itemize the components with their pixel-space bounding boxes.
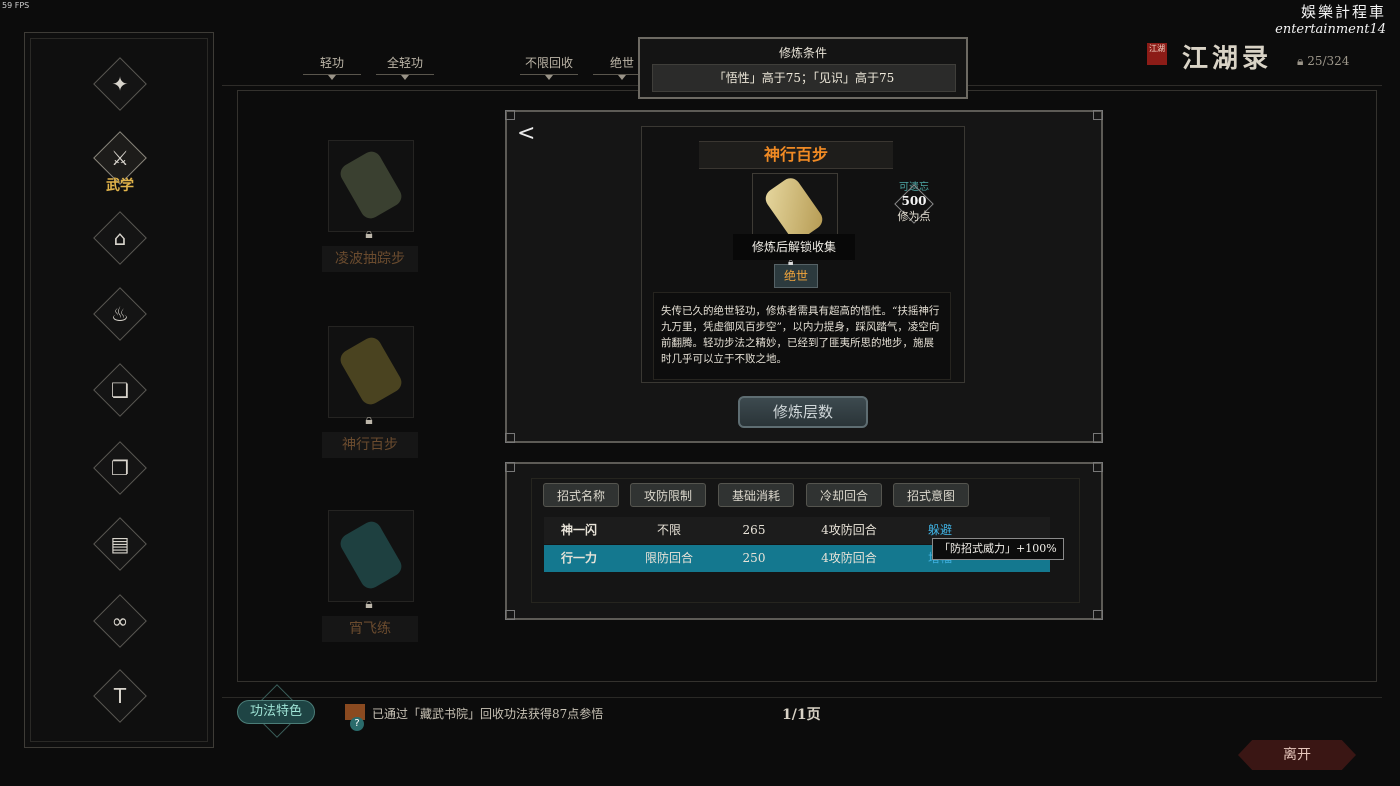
frame-corner bbox=[1093, 110, 1103, 120]
watermark-line2: entertainment14 bbox=[1275, 22, 1386, 37]
unlock-hint: 修炼后解锁收集 bbox=[733, 234, 855, 260]
move-cooldown: 4攻防回合 bbox=[821, 551, 877, 565]
dropdown-arrow-icon bbox=[328, 75, 336, 80]
filter-label: 全轻功 bbox=[386, 56, 423, 70]
bug-icon: ✦ bbox=[111, 72, 129, 96]
sidebar: ✦ ⚔ 武学 ⌂ ♨ ❏ ❐ ▤ ∞ T bbox=[24, 32, 214, 748]
page-indicator: 1/1页 bbox=[782, 707, 821, 723]
dropdown-arrow-icon bbox=[401, 75, 409, 80]
forget-unit: 修为点 bbox=[897, 210, 931, 223]
fps-counter: 59 FPS bbox=[2, 1, 30, 10]
move-cost: 250 bbox=[742, 551, 766, 565]
skill-title: 神行百步 bbox=[699, 141, 893, 169]
watermark: 娛樂計程車 entertainment14 bbox=[1275, 3, 1386, 39]
frame-corner bbox=[505, 462, 515, 472]
dropdown-arrow-icon bbox=[618, 75, 626, 80]
sidebar-item-bowl[interactable]: ♨ bbox=[93, 287, 147, 341]
requirement-title: 修炼条件 bbox=[778, 46, 827, 60]
frame-corner bbox=[1093, 433, 1103, 443]
requirement-text: 「悟性」高于75；「见识」高于75 bbox=[652, 64, 956, 92]
filter-label: 轻功 bbox=[319, 56, 344, 70]
sidebar-item-building[interactable]: ⌂ bbox=[93, 211, 147, 265]
frame-corner bbox=[505, 610, 515, 620]
back-button[interactable]: < bbox=[517, 121, 535, 146]
building-icon: ⌂ bbox=[113, 226, 127, 250]
skill-image bbox=[328, 326, 414, 418]
page-title: 江湖录 bbox=[1182, 44, 1273, 74]
sidebar-item-robe[interactable]: T bbox=[93, 669, 147, 723]
lock-icon: 🔒︎ bbox=[788, 257, 794, 268]
recycle-notice: 已通过「藏武书院」回收功法获得87点参悟 bbox=[372, 707, 604, 721]
leave-button[interactable]: 离开 bbox=[1238, 740, 1356, 770]
rope-icon: ∞ bbox=[111, 609, 129, 633]
column-tab-cooldown[interactable]: 冷却回合 bbox=[806, 483, 882, 507]
move-cooldown: 4攻防回合 bbox=[821, 523, 877, 537]
skill-name: 凌波抽踪步 bbox=[322, 246, 418, 272]
skill-image bbox=[328, 510, 414, 602]
book-icon: ❏ bbox=[111, 378, 129, 402]
scroll-icon bbox=[336, 518, 406, 592]
move-limit: 限防回合 bbox=[644, 551, 693, 565]
filter-tab-qinggong[interactable]: 轻功 bbox=[302, 54, 362, 80]
column-tab-limit[interactable]: 攻防限制 bbox=[630, 483, 706, 507]
filter-tab-recycle[interactable]: 不限回收 bbox=[519, 54, 579, 80]
lock-icon: 🔒︎ bbox=[365, 412, 373, 428]
train-level-button[interactable]: 修炼层数 bbox=[738, 396, 868, 428]
frame-corner bbox=[505, 433, 515, 443]
move-name: 神一闪 bbox=[560, 523, 597, 537]
seal-icon: 江湖 bbox=[1147, 43, 1167, 65]
sidebar-item-book[interactable]: ❏ bbox=[93, 363, 147, 417]
scroll-icon bbox=[336, 334, 406, 408]
collection-count: 🔒︎ 25/324 bbox=[1297, 54, 1349, 69]
skill-image bbox=[328, 140, 414, 232]
scroll-icon: ❐ bbox=[111, 456, 129, 480]
frame-corner bbox=[1093, 610, 1103, 620]
collection-count-value: 25/324 bbox=[1307, 54, 1350, 68]
move-cost: 265 bbox=[742, 523, 766, 537]
sidebar-item-label: 武学 bbox=[106, 178, 134, 194]
skill-description: 失传已久的绝世轻功，修炼者需具有超高的悟性。“扶摇神行九万里，凭虚御风百步空”，… bbox=[653, 292, 951, 380]
intent-tooltip: 「防招式威力」+100% bbox=[932, 538, 1064, 560]
column-tab-move-name[interactable]: 招式名称 bbox=[543, 483, 619, 507]
lock-icon: 🔒︎ bbox=[365, 226, 373, 242]
sidebar-item-scroll[interactable]: ❐ bbox=[93, 441, 147, 495]
column-tab-cost[interactable]: 基础消耗 bbox=[718, 483, 794, 507]
skill-name: 宵飞练 bbox=[322, 616, 418, 642]
watermark-line1: 娛樂計程車 bbox=[1300, 3, 1386, 21]
help-icon[interactable]: ? bbox=[350, 717, 364, 731]
dropdown-arrow-icon bbox=[545, 75, 553, 80]
sidebar-item-bug[interactable]: ✦ bbox=[93, 57, 147, 111]
filter-label: 不限回收 bbox=[524, 56, 573, 70]
scroll-icon bbox=[336, 148, 406, 222]
cards-icon: ▤ bbox=[110, 532, 130, 556]
skill-feature-button[interactable]: 功法特色 bbox=[237, 700, 315, 724]
filter-tab-all-qinggong[interactable]: 全轻功 bbox=[375, 54, 435, 80]
lock-icon: 🔒︎ bbox=[1297, 54, 1304, 68]
robe-icon: T bbox=[113, 684, 127, 708]
lock-icon: 🔒︎ bbox=[365, 596, 373, 612]
frame-corner bbox=[1093, 462, 1103, 472]
sidebar-item-cards[interactable]: ▤ bbox=[93, 517, 147, 571]
divider bbox=[222, 697, 1382, 698]
move-limit: 不限 bbox=[656, 523, 681, 537]
requirement-popup: 修炼条件 「悟性」高于75；「见识」高于75 bbox=[638, 37, 968, 99]
skill-name: 神行百步 bbox=[322, 432, 418, 458]
sidebar-item-rope[interactable]: ∞ bbox=[93, 594, 147, 648]
tier-badge: 绝世 bbox=[774, 264, 818, 288]
column-tab-intent[interactable]: 招式意图 bbox=[893, 483, 969, 507]
frame-corner bbox=[505, 110, 515, 120]
bowl-icon: ♨ bbox=[111, 302, 129, 326]
move-name: 行一力 bbox=[560, 551, 597, 565]
forget-cost: 500 bbox=[901, 194, 927, 208]
